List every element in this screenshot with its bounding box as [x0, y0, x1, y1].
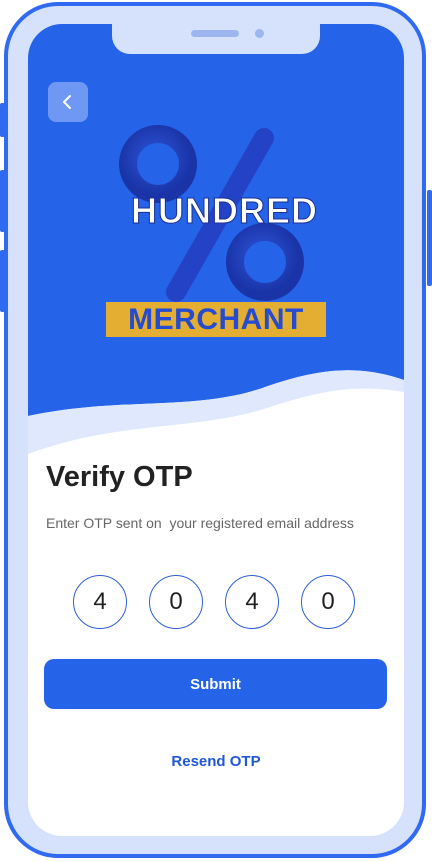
otp-digit-3[interactable]: 4	[225, 575, 279, 629]
otp-digit-4[interactable]: 0	[301, 575, 355, 629]
otp-input-group: 4 0 4 0	[73, 575, 363, 631]
phone-side-button	[427, 190, 432, 286]
page-title: Verify OTP	[46, 461, 193, 493]
resend-otp-link[interactable]: Resend OTP	[28, 753, 404, 770]
otp-form: Verify OTP Enter OTP sent on your regist…	[28, 24, 404, 836]
otp-digit-1[interactable]: 4	[73, 575, 127, 629]
phone-screen: HUNDRED MERCHANT Verify OTP Enter OTP se…	[28, 24, 404, 836]
phone-side-button	[0, 250, 5, 312]
submit-button[interactable]: Submit	[44, 659, 387, 709]
phone-side-button	[0, 103, 5, 137]
phone-side-button	[0, 170, 5, 232]
otp-digit-2[interactable]: 0	[149, 575, 203, 629]
page-subtitle: Enter OTP sent on your registered email …	[46, 515, 354, 531]
